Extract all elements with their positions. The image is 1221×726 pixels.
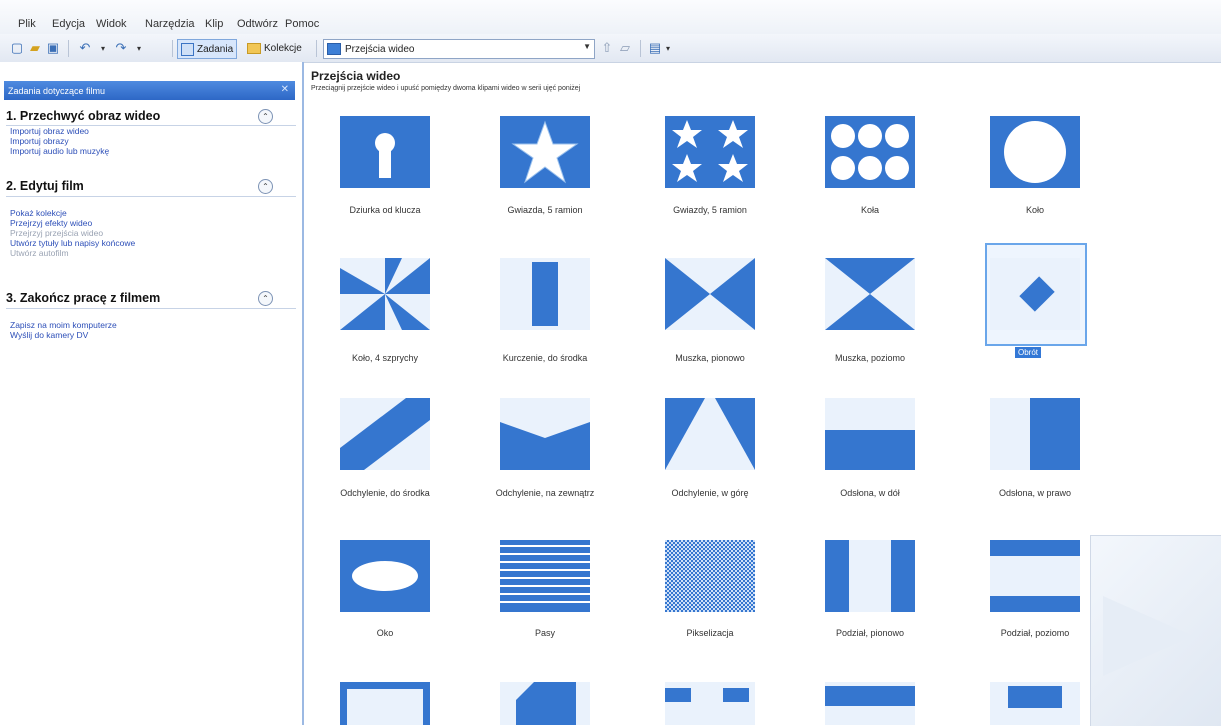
page-curl-thumbnail[interactable] <box>500 682 590 725</box>
transition-label: Muszka, poziomo <box>834 353 906 363</box>
circle-thumbnail[interactable] <box>990 116 1080 188</box>
collections-toggle-button[interactable]: Kolekcje <box>244 39 305 57</box>
transition-label: Kurczenie, do środka <box>502 353 588 363</box>
menu-bar: Plik Edycja Widok Narzędzia Klip Odtwórz… <box>0 0 1221 34</box>
transition-label: Koło <box>1025 205 1044 215</box>
collapse-icon[interactable]: ⌃ <box>258 179 273 194</box>
slant-in-thumbnail[interactable] <box>340 398 430 470</box>
chevron-down-icon[interactable]: ▼ <box>583 42 591 51</box>
toolbar: ▢ ▰ ▣ ↶ ▾ ↷ ▾ Zadania Kolekcje ⇧ ▱ ▤ ▾ <box>0 34 1221 63</box>
collections-folder-icon <box>247 42 261 54</box>
eye-thumbnail[interactable] <box>340 540 430 612</box>
tasks-pane-header: Zadania dotyczące filmu ✕ <box>4 81 295 100</box>
split-vertical-thumbnail[interactable] <box>825 540 915 612</box>
task-link[interactable]: Wyślij do kamery DV <box>10 330 88 340</box>
slant-out-thumbnail[interactable] <box>500 398 590 470</box>
transitions-grid: Dziurka od klucza Gwiazda, 5 ramion Gwia… <box>300 108 1150 725</box>
open-project-icon[interactable]: ▰ <box>26 39 44 57</box>
page-subtitle: Przeciągnij przejście wideo i upuść pomi… <box>311 85 581 92</box>
transition-label: Odsłona, w prawo <box>998 488 1072 498</box>
undo-dropdown-icon[interactable]: ▾ <box>94 39 112 57</box>
collapse-icon[interactable]: ⌃ <box>258 291 273 306</box>
section-finish-title[interactable]: 3. Zakończ pracę z filmem <box>6 291 160 305</box>
reveal-right-thumbnail[interactable] <box>990 398 1080 470</box>
redo-dropdown-icon[interactable]: ▾ <box>130 39 148 57</box>
zoom-thumbnail[interactable] <box>340 682 430 725</box>
transition-label: Odsłona, w dół <box>840 488 900 498</box>
tasks-toggle-button[interactable]: Zadania <box>177 39 238 59</box>
collapse-icon[interactable]: ⌃ <box>258 109 273 124</box>
transition-label: Koło, 4 szprychy <box>351 353 419 363</box>
task-link[interactable]: Przejrzyj efekty wideo <box>10 218 92 228</box>
reveal-down-thumbnail[interactable] <box>825 398 915 470</box>
transition-label: Gwiazdy, 5 ramion <box>673 205 747 215</box>
rotate-thumbnail[interactable] <box>990 258 1080 330</box>
menu-tools[interactable]: Narzędzia <box>145 18 195 30</box>
tasks-icon <box>181 42 194 56</box>
task-link[interactable]: Pokaż kolekcje <box>10 208 67 218</box>
transition-label: Oko <box>376 628 394 638</box>
new-project-icon[interactable]: ▢ <box>8 39 26 57</box>
menu-file[interactable]: Plik <box>18 18 36 30</box>
menu-edit[interactable]: Edycja <box>52 18 85 30</box>
slant-up-thumbnail[interactable] <box>665 398 755 470</box>
transition-label: Koła <box>860 205 879 215</box>
pinwheel-thumbnail[interactable] <box>340 258 430 330</box>
up-folder-icon[interactable]: ⇧ <box>598 39 616 57</box>
task-link[interactable]: Utwórz tytuły lub napisy końcowe <box>10 238 135 248</box>
pixelate-thumbnail[interactable] <box>665 540 755 612</box>
new-folder-icon[interactable]: ▱ <box>616 39 634 57</box>
task-link[interactable]: Importuj obraz wideo <box>10 126 89 136</box>
menu-help[interactable]: Pomoc <box>285 18 319 30</box>
menu-clip[interactable]: Klip <box>205 18 223 30</box>
task-link[interactable]: Importuj audio lub muzykę <box>10 146 109 156</box>
selected-transition-label: Obrót <box>1015 347 1042 358</box>
page-title: Przejścia wideo <box>311 69 401 83</box>
section-capture-title[interactable]: 1. Przechwyć obraz wideo <box>6 109 160 123</box>
tasks-pane: Zadania dotyczące filmu ✕ 1. Przechwyć o… <box>0 62 304 725</box>
transition-label: Odchylenie, na zewnątrz <box>495 488 595 498</box>
stripes-thumbnail[interactable] <box>500 540 590 612</box>
view-options-icon[interactable]: ▤ <box>646 39 664 57</box>
wipe-thumbnail[interactable] <box>825 682 915 725</box>
star-thumbnail[interactable] <box>500 116 590 188</box>
section-edit-title[interactable]: 2. Edytuj film <box>6 179 84 193</box>
decorative-background <box>1090 535 1221 726</box>
collection-select[interactable]: Przejścia wideo ▼ <box>323 39 595 59</box>
menu-play[interactable]: Odtwórz <box>237 18 278 30</box>
view-options-dropdown-icon[interactable]: ▾ <box>664 39 672 57</box>
save-project-icon[interactable]: ▣ <box>44 39 62 57</box>
close-icon[interactable]: ✕ <box>281 84 289 95</box>
circles-thumbnail[interactable] <box>825 116 915 188</box>
transition-label: Gwiazda, 5 ramion <box>507 205 583 215</box>
keyhole-thumbnail[interactable] <box>340 116 430 188</box>
expand-thumbnail[interactable] <box>990 682 1080 725</box>
transition-label: Odchylenie, w górę <box>671 488 749 498</box>
transition-label: Odchylenie, do środka <box>340 488 430 498</box>
stars-thumbnail[interactable] <box>665 116 755 188</box>
task-link[interactable]: Zapisz na moim komputerze <box>10 320 117 330</box>
checker-thumbnail[interactable] <box>665 682 755 725</box>
undo-icon[interactable]: ↶ <box>76 39 94 57</box>
transition-label: Podział, pionowo <box>835 628 905 638</box>
menu-view[interactable]: Widok <box>96 18 127 30</box>
task-link: Przejrzyj przejścia wideo <box>10 228 104 238</box>
transition-label: Pasy <box>534 628 555 638</box>
transition-label: Dziurka od klucza <box>349 205 421 215</box>
task-link: Utwórz autofilm <box>10 248 69 258</box>
transition-label: Muszka, pionowo <box>675 353 745 363</box>
task-link[interactable]: Importuj obrazy <box>10 136 69 146</box>
redo-icon[interactable]: ↷ <box>112 39 130 57</box>
transitions-icon <box>327 43 341 55</box>
split-horizontal-thumbnail[interactable] <box>990 540 1080 612</box>
shrink-in-thumbnail[interactable] <box>500 258 590 330</box>
bowtie-vertical-thumbnail[interactable] <box>665 258 755 330</box>
transition-label: Pikselizacja <box>686 628 734 638</box>
bowtie-horizontal-thumbnail[interactable] <box>825 258 915 330</box>
